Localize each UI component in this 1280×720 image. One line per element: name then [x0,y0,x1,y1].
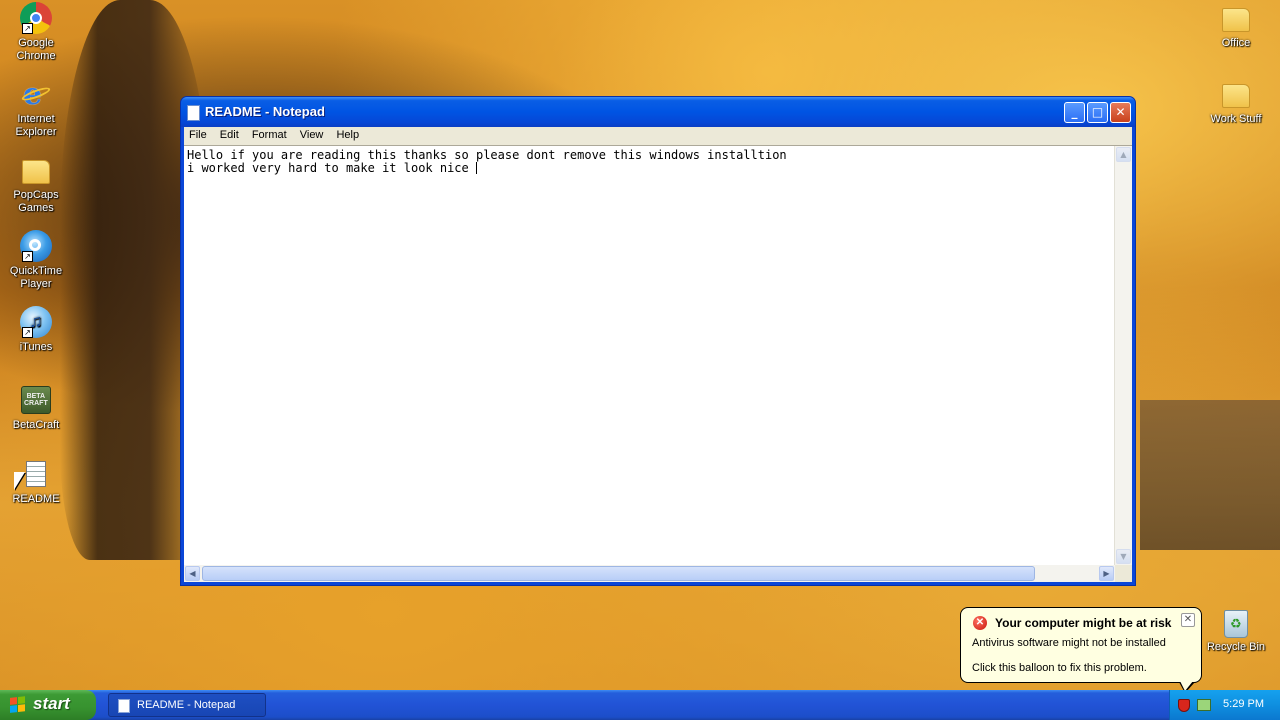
close-button[interactable]: ✕ [1110,102,1131,123]
notepad-icon [187,105,200,121]
text-document-icon [26,461,46,487]
scroll-left-button[interactable]: ◀ [185,566,200,581]
clock[interactable]: 5:29 PM [1223,698,1264,710]
menu-edit[interactable]: Edit [215,127,244,143]
balloon-title: Your computer might be at risk [995,616,1172,630]
scroll-up-button[interactable]: ▲ [1116,147,1131,162]
quicktime-icon: ↗ [20,230,52,262]
menu-file[interactable]: File [184,127,212,143]
taskbar-item-label: README - Notepad [137,699,236,711]
text-content[interactable]: Hello if you are reading this thanks so … [184,146,1115,565]
balloon-close-button[interactable]: ✕ [1181,613,1195,627]
start-button[interactable]: start [0,690,96,720]
desktop-icon-internet-explorer[interactable]: e Internet Explorer [0,78,72,139]
title-bar[interactable]: README - Notepad _ □ ✕ [181,97,1135,127]
start-label: start [33,694,70,713]
scroll-down-button[interactable]: ▼ [1116,549,1131,564]
balloon-message: Antivirus software might not be installe… [972,637,1166,649]
folder-icon [1222,84,1250,108]
security-balloon[interactable]: ✕ Your computer might be at risk ✕ Antiv… [960,607,1202,693]
desktop-icon-readme[interactable]: README [0,458,72,506]
horizontal-scrollbar[interactable]: ◀ ▶ [184,565,1115,582]
scroll-right-icon: ▶ [1103,569,1110,578]
itunes-icon: ♫ ↗ [20,306,52,338]
close-icon: ✕ [1115,105,1126,119]
folder-icon [1222,8,1250,32]
text-caret [475,162,477,174]
desktop-icon-popcaps-games[interactable]: PopCaps Games [0,154,72,215]
desktop-icon-label: Work Stuff [1210,113,1262,125]
notepad-window[interactable]: README - Notepad _ □ ✕ File Edit Format … [180,96,1136,586]
desktop-icon-label: BetaCraft [12,419,60,431]
minimize-button[interactable]: _ [1064,102,1085,123]
windows-logo-icon [10,696,26,714]
notepad-icon [118,699,130,713]
desktop-icon-label: Internet Explorer [15,113,57,138]
desktop-icon-label: Office [1221,37,1251,49]
menu-help[interactable]: Help [331,127,364,143]
internet-explorer-icon: e [20,78,52,110]
desktop-icon-google-chrome[interactable]: ↗ Google Chrome [0,2,72,63]
desktop-icon-label: iTunes [19,341,53,353]
vertical-scrollbar[interactable]: ▲ ▼ [1114,146,1132,565]
menu-format[interactable]: Format [247,127,292,143]
desktop-icon-label: README [12,493,60,505]
wallpaper-fence [1140,400,1280,550]
betacraft-icon: BETA CRAFT [21,386,51,414]
scroll-left-icon: ◀ [189,569,196,578]
minimize-icon: _ [1071,105,1078,119]
system-tray: 5:29 PM [1169,690,1280,720]
mouse-pointer-icon [14,472,25,490]
scroll-right-button[interactable]: ▶ [1099,566,1114,581]
desktop-icon-office[interactable]: Office [1200,2,1272,50]
balloon-action-text: Click this balloon to fix this problem. [972,662,1147,674]
desktop-icon-label: Google Chrome [16,37,56,62]
folder-icon [22,160,50,184]
desktop-icon-itunes[interactable]: ♫ ↗ iTunes [0,306,72,354]
scroll-up-icon: ▲ [1120,150,1127,159]
chrome-icon: ↗ [20,2,52,34]
resize-grip[interactable] [1115,565,1132,582]
desktop-icon-work-stuff[interactable]: Work Stuff [1200,78,1272,126]
text-line-2-content: i worked very hard to make it look nice [187,161,476,175]
menu-bar: File Edit Format View Help [184,127,1132,145]
window-title: README - Notepad [205,104,325,119]
error-icon: ✕ [973,616,987,630]
close-icon: ✕ [1183,614,1193,625]
menu-view[interactable]: View [295,127,329,143]
desktop-icon-quicktime-player[interactable]: ↗ QuickTime Player [0,230,72,291]
text-line-2: i worked very hard to make it look nice [187,162,1112,175]
network-icon[interactable] [1197,699,1211,711]
taskbar-item-notepad[interactable]: README - Notepad [108,693,266,717]
horizontal-scroll-thumb[interactable] [202,566,1035,581]
security-shield-icon[interactable] [1178,699,1190,712]
taskbar: start README - Notepad 5:29 PM [0,690,1280,720]
desktop-icon-label: QuickTime Player [9,265,63,290]
scroll-down-icon: ▼ [1120,552,1127,561]
maximize-button[interactable]: □ [1087,102,1108,123]
recycle-bin-icon: ♻ [1224,610,1248,638]
editor-area[interactable]: Hello if you are reading this thanks so … [184,145,1132,582]
desktop-icon-recycle-bin[interactable]: ♻ Recycle Bin [1200,610,1272,654]
maximize-icon: □ [1091,105,1104,119]
desktop-icon-label: PopCaps Games [13,189,59,214]
desktop-icon-betacraft[interactable]: BETA CRAFT BetaCraft [0,382,72,432]
desktop-icon-label: Recycle Bin [1206,641,1266,653]
